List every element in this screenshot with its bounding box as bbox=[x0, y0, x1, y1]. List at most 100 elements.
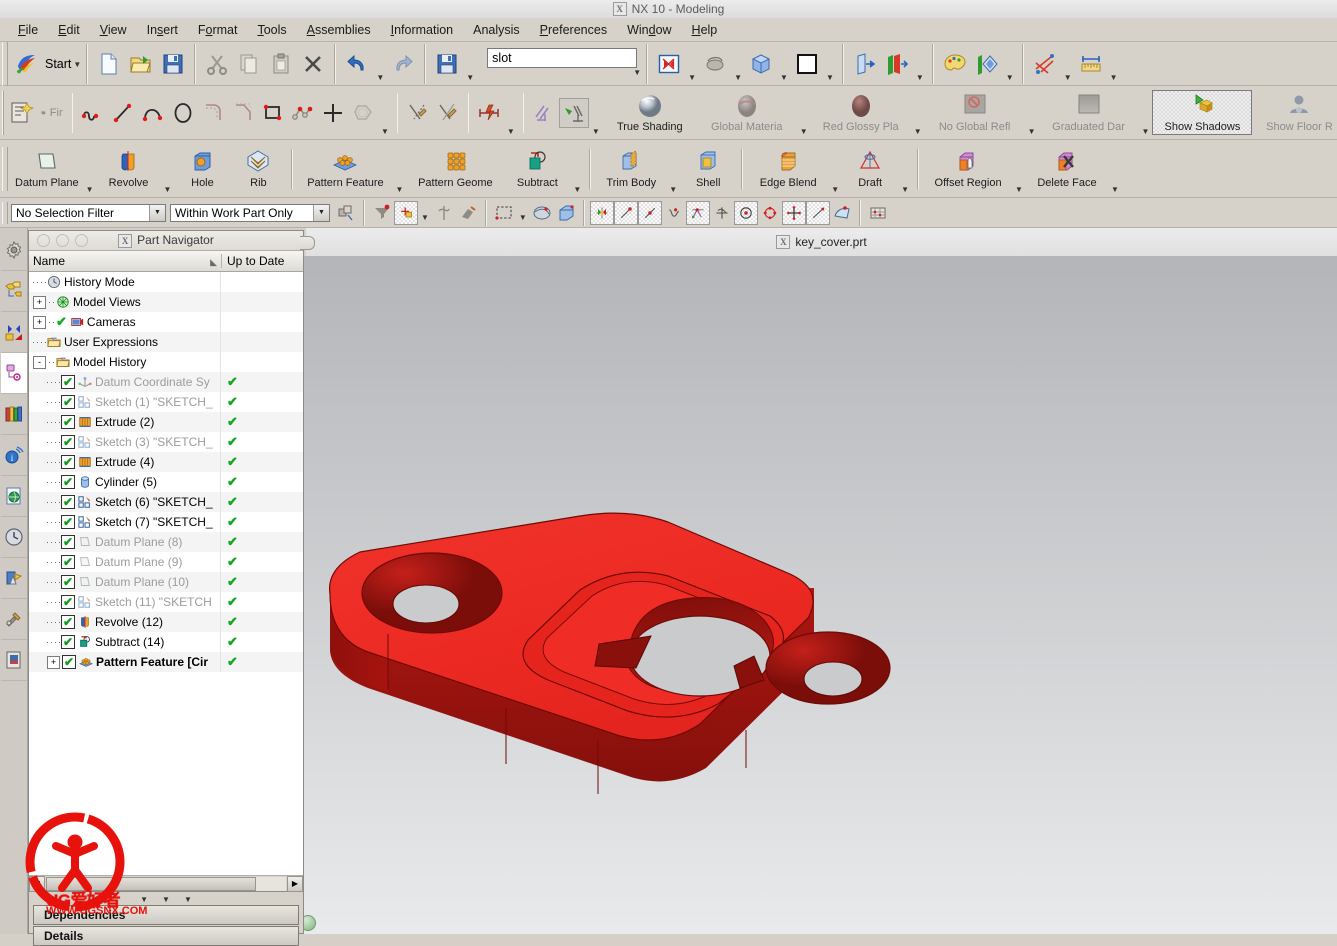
pattern-feature-button[interactable]: Pattern Feature bbox=[298, 146, 392, 191]
panel-side-tab[interactable] bbox=[300, 236, 315, 250]
tree-row[interactable]: ···· ✔ Datum Plane (8) ✔ bbox=[29, 532, 303, 552]
tree-row[interactable]: + ✔ Pattern Feature [Cir ✔ bbox=[29, 652, 303, 672]
rectangle-button[interactable] bbox=[258, 98, 288, 128]
tree-row-checkbox[interactable]: ✔ bbox=[61, 555, 75, 569]
sidebar-item-assembly-navigator[interactable] bbox=[0, 271, 27, 312]
details-panel-header[interactable]: Details bbox=[33, 926, 299, 946]
tree-row-name-cell[interactable]: ···· ✔ Sketch (1) "SKETCH_ bbox=[29, 392, 221, 412]
tree-row-name-cell[interactable]: ···· ✔ Datum Plane (8) bbox=[29, 532, 221, 552]
delete-button[interactable] bbox=[297, 50, 329, 78]
start-dropdown-arrow[interactable]: ▼ bbox=[73, 60, 81, 71]
tree-row-checkbox[interactable]: ✔ bbox=[61, 595, 75, 609]
tree-row[interactable]: - ·· Model History bbox=[29, 352, 303, 372]
tree-collapse-icon[interactable]: - bbox=[33, 355, 46, 369]
paste-button[interactable] bbox=[265, 50, 297, 78]
offset-curve-dropdown-arrow[interactable]: ▼ bbox=[381, 127, 389, 139]
sidebar-item-hd3d-tools[interactable]: i bbox=[0, 435, 27, 476]
tree-row-name-cell[interactable]: ···· ✔ Cylinder (5) bbox=[29, 472, 221, 492]
tree-row-name-cell[interactable]: ···· ✔ Datum Plane (9) bbox=[29, 552, 221, 572]
tree-row-checkbox[interactable]: ✔ bbox=[61, 635, 75, 649]
grid-snap-icon[interactable] bbox=[866, 201, 890, 225]
tree-row-checkbox[interactable]: ✔ bbox=[61, 615, 75, 629]
menubar[interactable]: File Edit View Insert Format Tools Assem… bbox=[0, 18, 1337, 42]
show-hide-dropdown-arrow[interactable]: ▼ bbox=[916, 73, 924, 85]
select-datum-icon[interactable] bbox=[432, 201, 456, 225]
chamfer-button[interactable] bbox=[228, 98, 258, 128]
menu-edit[interactable]: Edit bbox=[48, 21, 90, 39]
menu-view[interactable]: View bbox=[90, 21, 137, 39]
tree-row-name-cell[interactable]: + ·· ✔ Cameras bbox=[29, 312, 221, 332]
finish-sketch-button[interactable]: Finish Sketch bbox=[37, 99, 67, 127]
control-point-snap-icon[interactable] bbox=[662, 201, 686, 225]
tree-expand-icon[interactable]: + bbox=[33, 295, 46, 309]
graduated-dark-button[interactable]: Graduated Dar bbox=[1039, 90, 1139, 135]
tree-row-checkbox[interactable]: ✔ bbox=[61, 395, 75, 409]
arc-button[interactable] bbox=[138, 98, 168, 128]
tree-row[interactable]: ···· ✔ Sketch (1) "SKETCH_ ✔ bbox=[29, 392, 303, 412]
tree-row-name-cell[interactable]: ···· ✔ Datum Plane (10) bbox=[29, 572, 221, 592]
redo-button[interactable] bbox=[387, 50, 419, 78]
shell-button[interactable]: Shell bbox=[680, 146, 736, 191]
menu-help[interactable]: Help bbox=[682, 21, 728, 39]
toolbar-grip[interactable] bbox=[2, 41, 8, 86]
arc-center-snap-icon[interactable] bbox=[710, 201, 734, 225]
selection-filter-combo[interactable]: No Selection Filter ▼ bbox=[11, 203, 166, 222]
chevron-down-icon[interactable]: ▼ bbox=[184, 895, 192, 904]
show-hide-button[interactable] bbox=[881, 50, 913, 78]
measure-button[interactable] bbox=[1075, 50, 1107, 78]
quick-trim-button[interactable] bbox=[403, 98, 433, 128]
selection-scope-combo[interactable]: Within Work Part Only ▼ bbox=[170, 203, 330, 222]
standard-toolbar[interactable]: Start ▼ ▼ ▼ slot ▼ ▼ ▼ ▼ ▼ ▼ ▼ ▼ ▼ bbox=[0, 41, 1337, 86]
save-as-dropdown-arrow[interactable]: ▼ bbox=[466, 73, 474, 85]
feature-toolbar[interactable]: Datum Plane ▼ Revolve ▼ Hole Rib Pattern… bbox=[0, 140, 1337, 198]
select-general-objects-icon[interactable] bbox=[334, 201, 358, 225]
tree-row-checkbox[interactable]: ✔ bbox=[61, 495, 75, 509]
tree-row-name-cell[interactable]: ···· ✔ Extrude (4) bbox=[29, 452, 221, 472]
section-button[interactable] bbox=[971, 50, 1003, 78]
true-shading-button[interactable]: True Shading bbox=[603, 90, 697, 135]
tree-row[interactable]: ···· ✔ Subtract (14) ✔ bbox=[29, 632, 303, 652]
menu-assemblies[interactable]: Assemblies bbox=[297, 21, 381, 39]
column-header-up-to-date[interactable]: Up to Date bbox=[222, 254, 303, 268]
tree-row[interactable]: ···· ✔ Sketch (7) "SKETCH_ ✔ bbox=[29, 512, 303, 532]
constraints-dropdown-arrow[interactable]: ▼ bbox=[1064, 73, 1072, 85]
face-select-icon[interactable] bbox=[530, 201, 554, 225]
orient-view-button[interactable] bbox=[745, 50, 777, 78]
part-navigator-titlebar[interactable]: X Part Navigator bbox=[29, 231, 303, 251]
show-object-button[interactable] bbox=[849, 50, 881, 78]
selection-bar[interactable]: No Selection Filter ▼ Within Work Part O… bbox=[0, 198, 1337, 228]
trim-body-button[interactable]: Trim Body bbox=[596, 146, 666, 191]
tree-row-checkbox[interactable]: ✔ bbox=[61, 435, 75, 449]
tree-row-name-cell[interactable]: + ✔ Pattern Feature [Cir bbox=[29, 652, 221, 672]
tree-row[interactable]: ···· ✔ Sketch (6) "SKETCH_ ✔ bbox=[29, 492, 303, 512]
tree-row[interactable]: ···· ✔ Datum Coordinate Sy ✔ bbox=[29, 372, 303, 392]
subtract-button[interactable]: Subtract bbox=[504, 146, 570, 191]
tree-row[interactable]: + ·· Model Views bbox=[29, 292, 303, 312]
hole-button[interactable]: Hole bbox=[174, 146, 230, 191]
column-header-name[interactable]: Name ◣ bbox=[29, 254, 222, 268]
cut-button[interactable] bbox=[201, 50, 233, 78]
menu-analysis[interactable]: Analysis bbox=[463, 21, 530, 39]
tree-row-name-cell[interactable]: ···· ✔ Sketch (7) "SKETCH_ bbox=[29, 512, 221, 532]
tree-row-name-cell[interactable]: ···· ✔ Subtract (14) bbox=[29, 632, 221, 652]
toolbar-grip[interactable] bbox=[2, 146, 8, 191]
snap-point-dropdown-arrow[interactable]: ▼ bbox=[421, 213, 429, 227]
sidebar-item-history[interactable] bbox=[0, 517, 27, 558]
tree-expand-icon[interactable]: + bbox=[33, 315, 46, 329]
tree-row-name-cell[interactable]: + ·· Model Views bbox=[29, 292, 221, 312]
draft-button[interactable]: Draft bbox=[842, 146, 898, 191]
part-navigator-detail-panels[interactable]: ▼ ▼ ▼ Dependencies Details bbox=[28, 892, 304, 946]
edit-appearance-button[interactable] bbox=[939, 50, 971, 78]
midpoint-snap-icon[interactable] bbox=[637, 200, 662, 225]
command-finder-dropdown-arrow[interactable]: ▼ bbox=[633, 68, 641, 79]
edge-blend-dropdown-arrow[interactable]: ▼ bbox=[831, 185, 839, 197]
sidebar-item-roles[interactable] bbox=[0, 640, 27, 681]
tree-row-name-cell[interactable]: ···· ✔ Datum Coordinate Sy bbox=[29, 372, 221, 392]
revolve-button[interactable]: Revolve bbox=[97, 146, 161, 191]
tree-row-checkbox[interactable]: ✔ bbox=[61, 455, 75, 469]
tree-row-name-cell[interactable]: - ·· Model History bbox=[29, 352, 221, 372]
tree-row[interactable]: ···· ✔ Extrude (4) ✔ bbox=[29, 452, 303, 472]
assembly-constraints-button[interactable] bbox=[1029, 50, 1061, 78]
end-point-snap-icon[interactable] bbox=[613, 200, 638, 225]
point-button[interactable] bbox=[318, 98, 348, 128]
